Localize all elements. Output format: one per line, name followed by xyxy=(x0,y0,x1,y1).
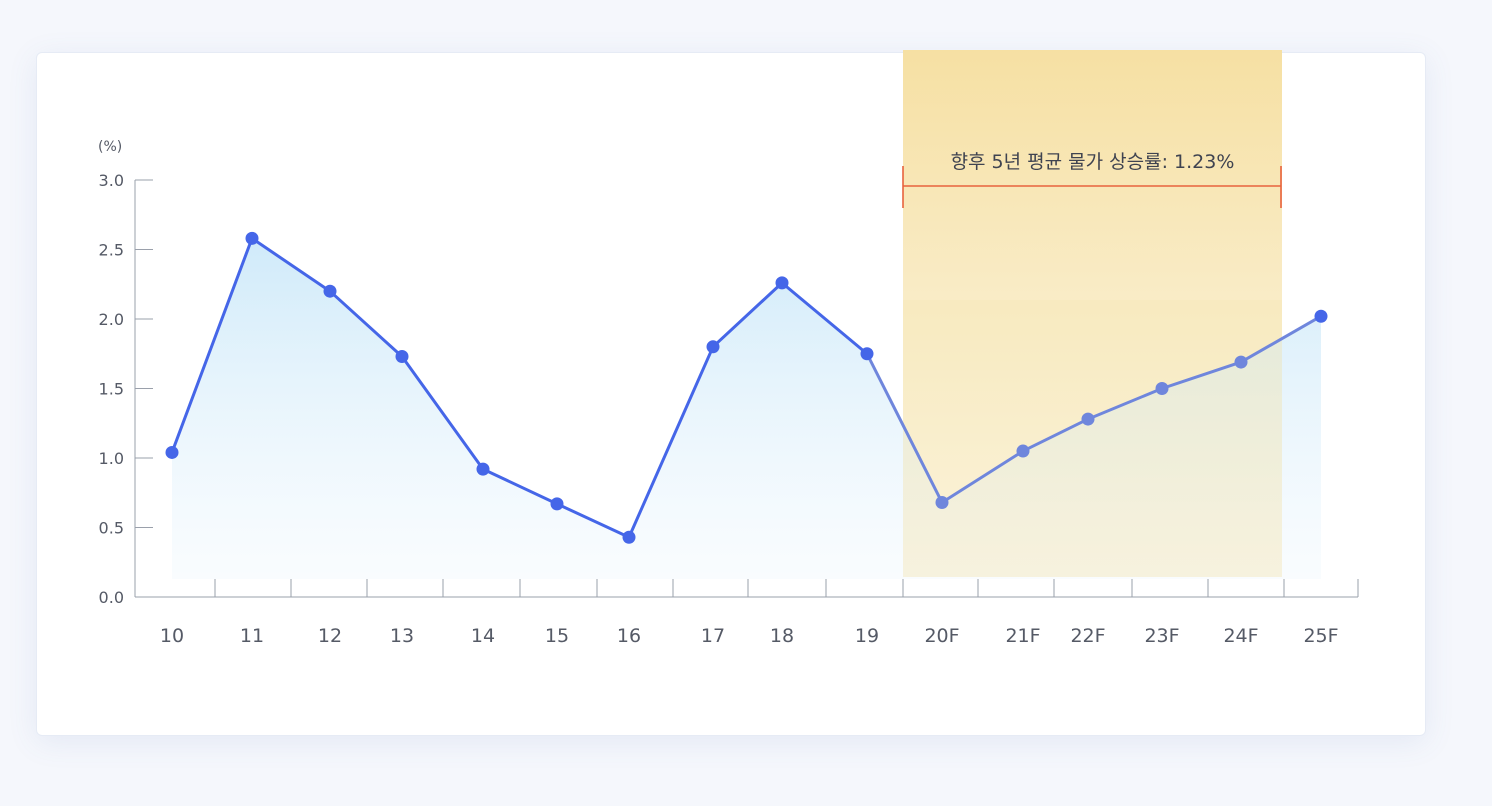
x-tick-label: 19 xyxy=(855,625,879,647)
data-point xyxy=(706,340,720,354)
y-tick-label: 0.5 xyxy=(99,519,124,538)
y-tick-label: 3.0 xyxy=(99,171,124,190)
data-point xyxy=(165,445,179,459)
data-point xyxy=(395,350,409,364)
data-point xyxy=(245,231,259,245)
x-tick-label: 25F xyxy=(1303,625,1338,647)
data-point xyxy=(550,497,564,511)
x-tick-label: 16 xyxy=(617,625,641,647)
y-unit-label: (%) xyxy=(98,139,122,155)
x-tick-label: 20F xyxy=(924,625,959,647)
y-tick-label: 0.0 xyxy=(99,588,124,607)
x-axis-ticks: 10 11 12 13 14 15 16 17 18 19 20F 21F 22F 23F 24F 25F xyxy=(160,579,1359,647)
x-tick-label: 15 xyxy=(545,625,569,647)
x-tick-label: 22F xyxy=(1070,625,1105,647)
y-tick-label: 1.0 xyxy=(99,449,124,468)
forecast-highlight-overlay xyxy=(903,300,1282,577)
data-point xyxy=(1081,412,1095,426)
y-tick-label: 2.0 xyxy=(99,310,124,329)
data-point xyxy=(775,276,789,290)
chart-svg: 0.0 0.5 1.0 1.5 2.0 2.5 3.0 10 11 12 13 14 15 16 17 18… xyxy=(98,50,1359,647)
x-tick-label: 18 xyxy=(770,625,794,647)
data-point xyxy=(860,347,874,361)
data-point xyxy=(622,530,636,544)
data-point xyxy=(476,462,490,476)
x-tick-label: 14 xyxy=(471,625,495,647)
x-tick-label: 23F xyxy=(1144,625,1179,647)
data-point xyxy=(1155,382,1169,395)
x-tick-label: 12 xyxy=(318,625,342,647)
data-point xyxy=(1314,309,1328,323)
y-tick-label: 2.5 xyxy=(99,241,124,260)
data-point xyxy=(323,284,337,298)
x-tick-label: 10 xyxy=(160,625,184,647)
y-tick-label: 1.5 xyxy=(99,380,124,399)
x-tick-label: 13 xyxy=(390,625,414,647)
x-tick-label: 11 xyxy=(240,625,264,647)
data-point xyxy=(1234,355,1248,369)
x-tick-label: 21F xyxy=(1005,625,1040,647)
data-point xyxy=(935,495,949,509)
x-tick-label: 24F xyxy=(1223,625,1258,647)
y-axis-ticks: 0.0 0.5 1.0 1.5 2.0 2.5 3.0 xyxy=(99,171,153,607)
x-tick-label: 17 xyxy=(701,625,725,647)
forecast-annotation: 향후 5년 평균 물가 상승률: 1.23% xyxy=(951,151,1235,173)
data-point xyxy=(1016,444,1030,458)
